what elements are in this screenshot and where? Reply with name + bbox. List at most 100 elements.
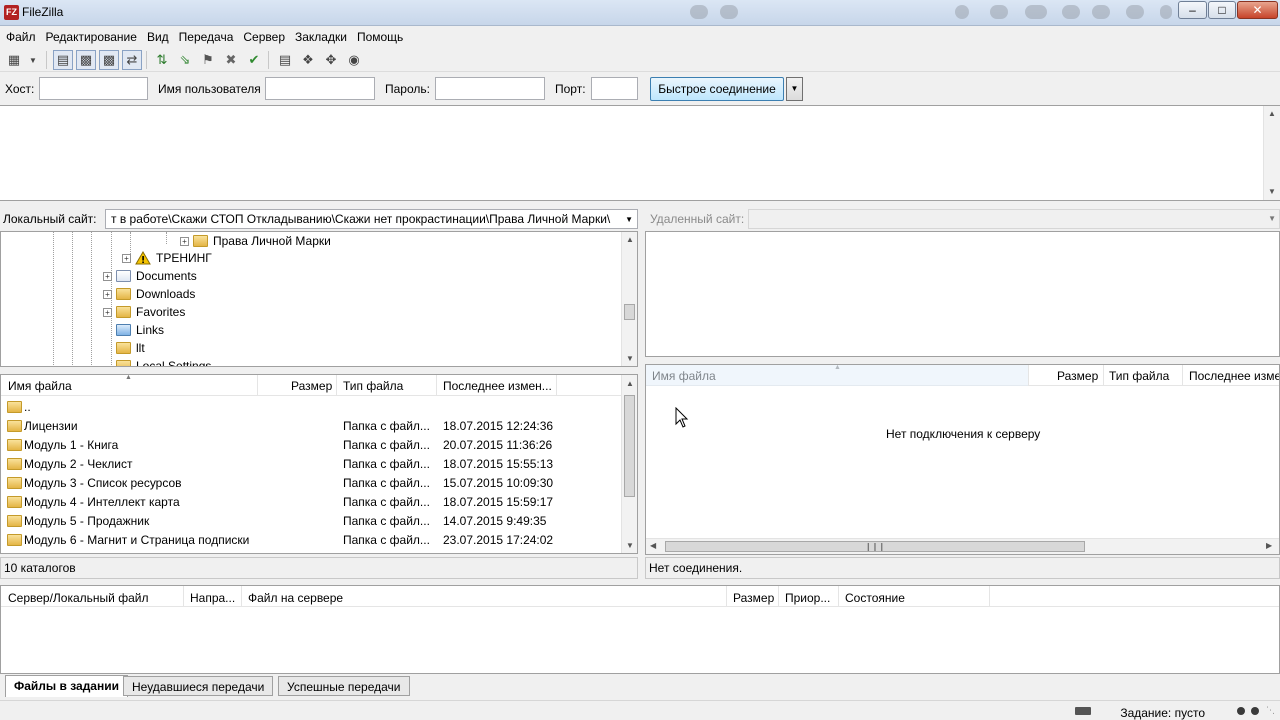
expand-icon[interactable]: + — [180, 236, 189, 246]
close-button[interactable]: ✕ — [1237, 1, 1278, 19]
tree-item[interactable]: Local Settings — [116, 357, 211, 366]
password-input[interactable] — [435, 77, 545, 100]
cancel-operation-icon[interactable]: ⚑ — [198, 50, 218, 70]
tab-queued-files[interactable]: Файлы в задании — [5, 675, 128, 697]
column-divider[interactable] — [336, 375, 337, 395]
file-row[interactable]: Модуль 1 - Книга Папка с файл... 20.07.2… — [1, 436, 621, 455]
scroll-thumb[interactable] — [624, 304, 635, 320]
search-remote-files-icon[interactable]: ◉ — [344, 50, 364, 70]
site-manager-dropdown-icon[interactable]: ▼ — [26, 50, 40, 70]
tree-item[interactable]: + ТРЕНИНГ — [122, 249, 212, 267]
column-header-name[interactable]: Имя файла — [8, 379, 72, 393]
column-divider[interactable] — [726, 586, 727, 606]
quickconnect-history-dropdown[interactable]: ▼ — [786, 77, 803, 101]
menu-help[interactable]: Помощь — [351, 28, 407, 44]
column-divider[interactable] — [778, 586, 779, 606]
port-input[interactable] — [591, 77, 638, 100]
column-divider[interactable] — [838, 586, 839, 606]
column-header-type[interactable]: Тип файла — [1109, 369, 1169, 383]
chevron-down-icon[interactable]: ▼ — [1268, 214, 1276, 223]
local-tree-scrollbar[interactable]: ▲ ▼ — [621, 232, 637, 366]
column-divider[interactable] — [556, 375, 557, 395]
scroll-up-icon[interactable]: ▲ — [622, 235, 637, 244]
column-header-type[interactable]: Тип файла — [343, 379, 403, 393]
tree-item[interactable]: + Favorites — [103, 303, 185, 321]
column-header-local-file[interactable]: Сервер/Локальный файл — [8, 591, 148, 605]
menu-edit[interactable]: Редактирование — [40, 28, 141, 44]
column-divider[interactable] — [1182, 365, 1183, 385]
scroll-up-icon[interactable]: ▲ — [622, 379, 637, 388]
remote-path-combobox[interactable]: ▼ — [748, 209, 1280, 229]
file-row[interactable]: Модуль 3 - Список ресурсов Папка с файл.… — [1, 474, 621, 493]
tab-failed-transfers[interactable]: Неудавшиеся передачи — [123, 676, 274, 696]
menu-bookmarks[interactable]: Закладки — [289, 28, 351, 44]
column-header-modified[interactable]: Последнее измен... — [443, 379, 552, 393]
column-divider[interactable] — [241, 586, 242, 606]
file-row[interactable]: Лицензии Папка с файл... 18.07.2015 12:2… — [1, 417, 621, 436]
minimize-button[interactable]: – — [1178, 1, 1207, 19]
tree-item[interactable]: Links — [116, 321, 164, 339]
menu-transfer[interactable]: Передача — [173, 28, 238, 44]
column-divider[interactable] — [436, 375, 437, 395]
resize-grip-icon[interactable]: ⋱ — [1266, 705, 1278, 717]
file-row[interactable]: Модуль 4 - Интеллект карта Папка с файл.… — [1, 493, 621, 512]
site-manager-icon[interactable]: ▦ — [4, 50, 24, 70]
local-list-scrollbar[interactable]: ▲ ▼ — [621, 375, 637, 553]
chevron-down-icon[interactable]: ▼ — [625, 215, 633, 224]
toggle-log-icon[interactable]: ▤ — [53, 50, 73, 70]
column-header-direction[interactable]: Напра... — [190, 591, 235, 605]
column-divider[interactable] — [1028, 365, 1029, 385]
file-row[interactable]: Модуль 2 - Чеклист Папка с файл... 18.07… — [1, 455, 621, 474]
toggle-queue-icon[interactable]: ⇄ — [122, 50, 142, 70]
tree-item[interactable]: + Права Личной Марки — [180, 232, 331, 250]
remote-list-hscrollbar[interactable]: ◀ ❙❙❙ ▶ — [646, 538, 1279, 554]
scroll-down-icon[interactable]: ▼ — [622, 541, 637, 550]
scroll-up-icon[interactable]: ▲ — [1264, 109, 1280, 118]
column-header-remote-file[interactable]: Файл на сервере — [248, 591, 343, 605]
toggle-remote-tree-icon[interactable]: ▩ — [99, 50, 119, 70]
column-divider[interactable] — [257, 375, 258, 395]
column-header-size[interactable]: Размер — [733, 591, 774, 605]
file-row[interactable]: Модуль 5 - Продажник Папка с файл... 14.… — [1, 512, 621, 531]
menu-server[interactable]: Сервер — [237, 28, 289, 44]
column-divider[interactable] — [989, 586, 990, 606]
compare-directories-icon[interactable]: ❖ — [298, 50, 318, 70]
file-row[interactable]: Модуль 6 - Магнит и Страница подписки Па… — [1, 531, 621, 550]
tab-successful-transfers[interactable]: Успешные передачи — [278, 676, 410, 696]
tree-item[interactable]: + Downloads — [103, 285, 195, 303]
column-header-modified[interactable]: Последнее изме — [1189, 369, 1279, 383]
column-header-size[interactable]: Размер — [291, 379, 332, 393]
menu-view[interactable]: Вид — [141, 28, 173, 44]
username-input[interactable] — [265, 77, 375, 100]
scroll-right-icon[interactable]: ▶ — [1266, 541, 1272, 550]
synchronized-browsing-icon[interactable]: ✥ — [321, 50, 341, 70]
log-scrollbar[interactable]: ▲ ▼ — [1263, 106, 1280, 200]
maximize-button[interactable]: □ — [1208, 1, 1236, 19]
tree-item[interactable]: llt — [116, 339, 145, 357]
column-header-state[interactable]: Состояние — [845, 591, 905, 605]
reconnect-icon[interactable]: ✔ — [244, 50, 264, 70]
column-header-priority[interactable]: Приор... — [785, 591, 830, 605]
column-header-name[interactable]: Имя файла — [652, 369, 716, 383]
scroll-down-icon[interactable]: ▼ — [622, 354, 637, 363]
expand-icon[interactable]: + — [103, 307, 112, 317]
scroll-thumb[interactable] — [624, 395, 635, 497]
scroll-thumb[interactable]: ❙❙❙ — [665, 541, 1085, 552]
column-divider[interactable] — [183, 586, 184, 606]
column-divider[interactable] — [1103, 365, 1104, 385]
local-path-combobox[interactable]: т в работе\Скажи СТОП Откладыванию\Скажи… — [105, 209, 638, 229]
quickconnect-button[interactable]: Быстрое соединение — [650, 77, 784, 101]
scroll-left-icon[interactable]: ◀ — [650, 541, 656, 550]
host-input[interactable] — [39, 77, 148, 100]
column-header-size[interactable]: Размер — [1057, 369, 1098, 383]
directory-listing-filters-icon[interactable]: ▤ — [275, 50, 295, 70]
refresh-icon[interactable]: ⇅ — [152, 50, 172, 70]
tree-item[interactable]: + Documents — [103, 267, 197, 285]
expand-icon[interactable]: + — [122, 253, 131, 263]
process-queue-icon[interactable]: ⇘ — [175, 50, 195, 70]
expand-icon[interactable]: + — [103, 289, 112, 299]
disconnect-icon[interactable]: ✖ — [221, 50, 241, 70]
expand-icon[interactable]: + — [103, 271, 112, 281]
toggle-local-tree-icon[interactable]: ▩ — [76, 50, 96, 70]
menu-file[interactable]: Файл — [0, 28, 40, 44]
